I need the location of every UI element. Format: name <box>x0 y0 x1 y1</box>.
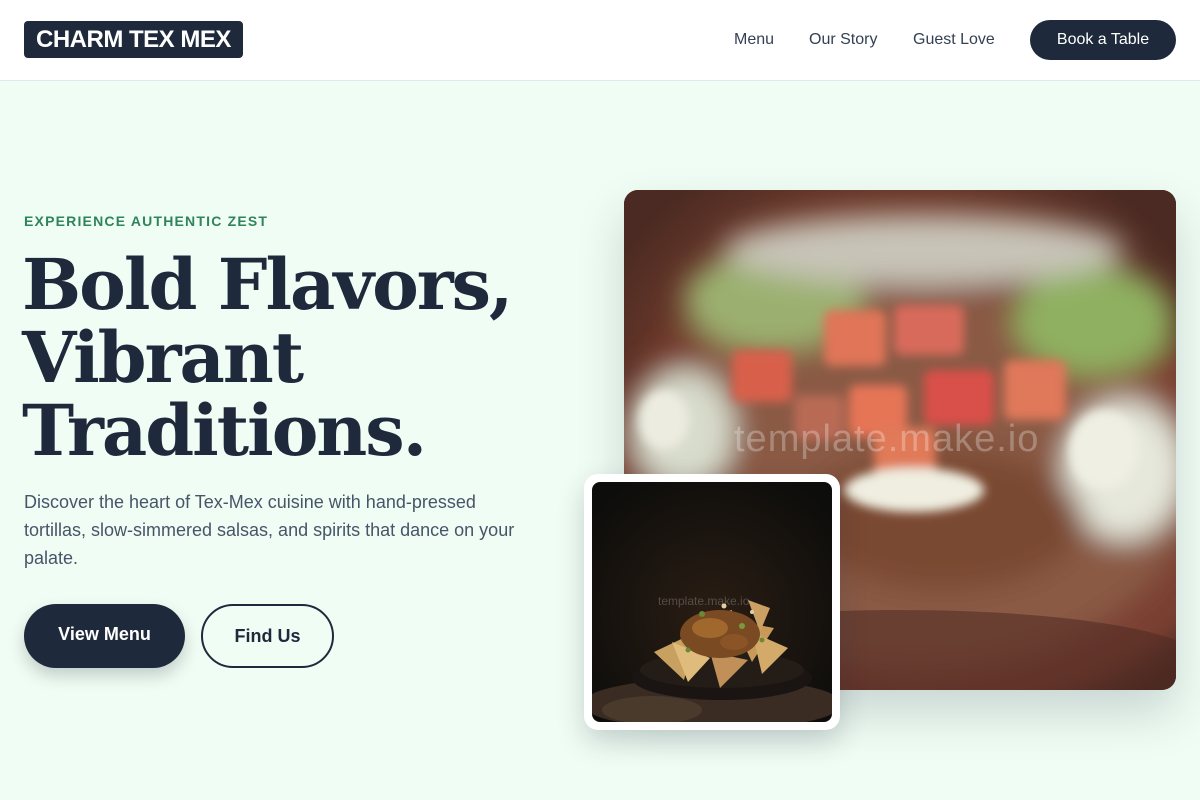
find-us-button[interactable]: Find Us <box>201 604 334 668</box>
nav-link-menu[interactable]: Menu <box>734 29 774 51</box>
nachos-image-card: template.make.io <box>584 474 840 730</box>
hero-headline: Bold Flavors, Vibrant Traditions. <box>22 248 562 467</box>
brand-logo[interactable]: CHARM TEX MEX <box>24 21 243 58</box>
book-table-button[interactable]: Book a Table <box>1030 20 1176 60</box>
site-header: CHARM TEX MEX Menu Our Story Guest Love … <box>0 0 1200 81</box>
image-watermark: template.make.io <box>734 418 1040 460</box>
nachos-image: template.make.io <box>592 482 832 722</box>
hero-description: Discover the heart of Tex-Mex cuisine wi… <box>24 492 515 568</box>
nav-link-our-story[interactable]: Our Story <box>809 29 877 51</box>
headline-line-3: Traditions. <box>22 389 427 472</box>
nav-link-guest-love[interactable]: Guest Love <box>913 29 995 51</box>
headline-line-1: Bold Flavors, <box>22 243 513 326</box>
image-watermark: template.make.io <box>658 594 750 608</box>
hero-eyebrow: EXPERIENCE AUTHENTIC ZEST <box>24 213 269 229</box>
headline-line-2: Vibrant <box>22 316 304 399</box>
view-menu-button[interactable]: View Menu <box>24 604 185 668</box>
